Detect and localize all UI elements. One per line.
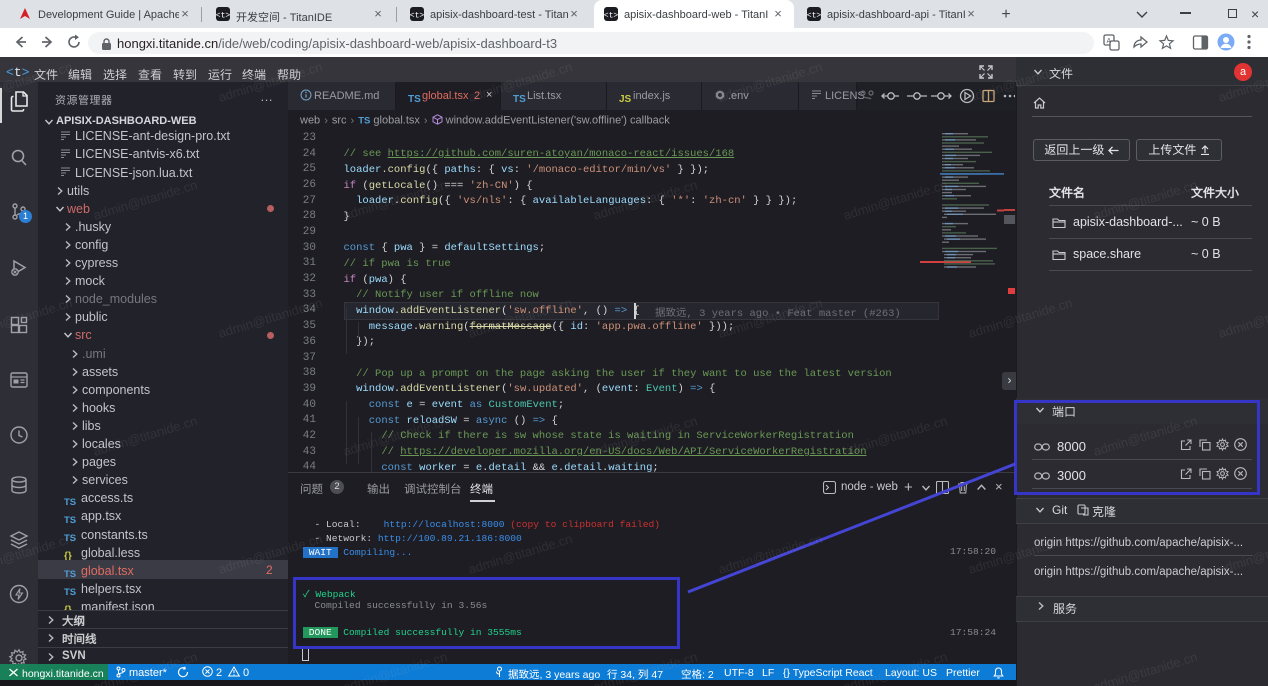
svg-text:<t>: <t> (410, 12, 424, 21)
svg-text:<t>: <t> (807, 12, 821, 21)
svg-text:A: A (1106, 38, 1111, 45)
svg-text:<t>: <t> (604, 12, 618, 21)
svg-text:<t>: <t> (216, 12, 230, 21)
